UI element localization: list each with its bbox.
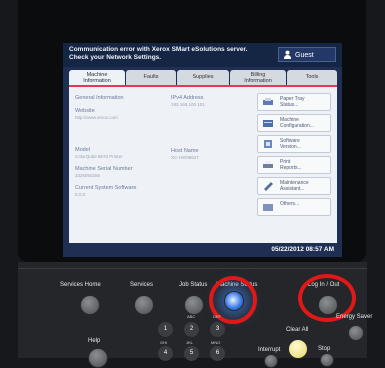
tab-label: Billing Information: [244, 72, 272, 84]
button-label: Print Reports...: [280, 159, 302, 171]
services-label: Services: [130, 282, 154, 288]
key-5-letters: JKL: [186, 340, 193, 345]
button-label: Others...: [280, 201, 300, 207]
services-home-button[interactable]: [80, 295, 100, 315]
key-digit: 4: [163, 350, 168, 356]
maintenance-assistant-button[interactable]: Maintenance Assistant...: [257, 177, 331, 195]
alert-line-1: Communication error with Xerox SMart eSo…: [69, 46, 248, 53]
model-value: ColorQube 8570 Printer: [75, 154, 123, 159]
keypad-key-1[interactable]: 1: [158, 322, 173, 337]
software-icon: [264, 140, 272, 148]
others-button[interactable]: Others...: [257, 198, 331, 216]
wrench-icon: [264, 182, 273, 191]
website-label: Website: [75, 108, 95, 114]
tab-bar: Machine Information Faults Supplies Bill…: [69, 70, 337, 87]
job-status-button[interactable]: [184, 295, 204, 315]
ipv4-value: 192.168.100.101: [171, 102, 205, 107]
button-label: Machine Configuration...: [280, 117, 314, 129]
others-icon: [263, 204, 273, 211]
key-3-letters: DEF: [213, 314, 221, 319]
host-name-label: Host Name: [171, 148, 199, 154]
energy-saver-label: Energy Saver: [336, 314, 373, 320]
alert-message: Communication error with Xerox SMart eSo…: [69, 46, 259, 62]
software-version-button[interactable]: Software Version...: [257, 135, 331, 153]
button-label: Software Version...: [280, 138, 301, 150]
touch-screen: Communication error with Xerox SMart eSo…: [63, 43, 342, 257]
alert-line-2: Check your Network Settings.: [69, 54, 162, 61]
control-panel: Services Home Services Job Status Machin…: [18, 262, 372, 368]
guest-label: Guest: [295, 52, 314, 59]
stop-button[interactable]: [320, 353, 334, 367]
system-software-value: 0.0.0: [75, 192, 86, 197]
keypad-key-6[interactable]: 6: [210, 346, 225, 361]
system-software-label: Current System Software: [75, 185, 137, 191]
person-icon: [284, 50, 291, 59]
stop-label: Stop: [318, 346, 331, 352]
help-button[interactable]: [88, 348, 108, 368]
key-2-letters: ABC: [187, 314, 196, 319]
printer-icon: [263, 161, 273, 168]
services-button[interactable]: [134, 295, 154, 315]
panel-divider: [18, 268, 367, 269]
help-label: Help: [88, 338, 101, 344]
date-time: 05/22/2012 08:57 AM: [271, 246, 334, 253]
key-digit: 3: [215, 326, 220, 332]
machine-information-panel: General Information Website http://www.x…: [69, 85, 337, 243]
host-name-value: XC-HW98627: [171, 155, 199, 160]
tab-label: Supplies: [192, 74, 214, 80]
tab-label: Faults: [143, 74, 159, 80]
interrupt-label: Interrupt: [258, 347, 281, 353]
keypad-key-5[interactable]: 5: [184, 346, 199, 361]
paper-tray-icon: [263, 98, 273, 105]
website-value: http://www.xerox.com: [75, 115, 118, 120]
tab-label: Machine Information: [83, 72, 111, 84]
info-column-left: General Information Website http://www.x…: [75, 95, 161, 204]
general-information-heading: General Information: [75, 95, 124, 101]
energy-saver-button[interactable]: [348, 325, 364, 341]
key-digit: 5: [189, 350, 194, 356]
key-4-letters: GHI: [160, 340, 168, 345]
keypad-key-3[interactable]: 3: [210, 322, 225, 337]
interrupt-button[interactable]: [264, 354, 278, 368]
button-label: Maintenance Assistant...: [280, 180, 309, 192]
tab-tools[interactable]: Tools: [287, 70, 337, 85]
key-6-letters: MNO: [211, 340, 221, 345]
print-reports-button[interactable]: Print Reports...: [257, 156, 331, 174]
clear-all-label: Clear All: [286, 327, 309, 333]
key-digit: 2: [189, 326, 194, 332]
serial-number-value: 3326050256: [75, 173, 101, 178]
alert-bar: Communication error with Xerox SMart eSo…: [63, 43, 342, 67]
button-label: Paper Tray Status...: [280, 96, 305, 108]
model-label: Model: [75, 147, 90, 153]
key-digit: 6: [215, 350, 220, 356]
keypad-key-4[interactable]: 4: [158, 346, 173, 361]
key-digit: 1: [163, 326, 168, 332]
job-status-label: Job Status: [179, 282, 208, 288]
services-home-label: Services Home: [60, 282, 101, 288]
tab-label: Tools: [305, 74, 319, 80]
machine-configuration-button[interactable]: Machine Configuration...: [257, 114, 331, 132]
tab-billing-information[interactable]: Billing Information: [230, 70, 286, 85]
paper-tray-status-button[interactable]: Paper Tray Status...: [257, 93, 331, 111]
info-column-middle: IPv4 Address 192.168.100.101 Host Name X…: [171, 95, 257, 167]
tab-supplies[interactable]: Supplies: [177, 70, 229, 85]
guest-button[interactable]: Guest: [278, 47, 336, 62]
machine-config-icon: [263, 120, 273, 127]
keypad-key-2[interactable]: 2: [184, 322, 199, 337]
machine-actions: Paper Tray Status... Machine Configurati…: [257, 93, 331, 219]
clear-all-button[interactable]: [288, 339, 308, 359]
serial-number-label: Machine Serial Number: [75, 166, 133, 172]
ipv4-label: IPv4 Address: [171, 95, 204, 101]
tab-faults[interactable]: Faults: [126, 70, 176, 85]
